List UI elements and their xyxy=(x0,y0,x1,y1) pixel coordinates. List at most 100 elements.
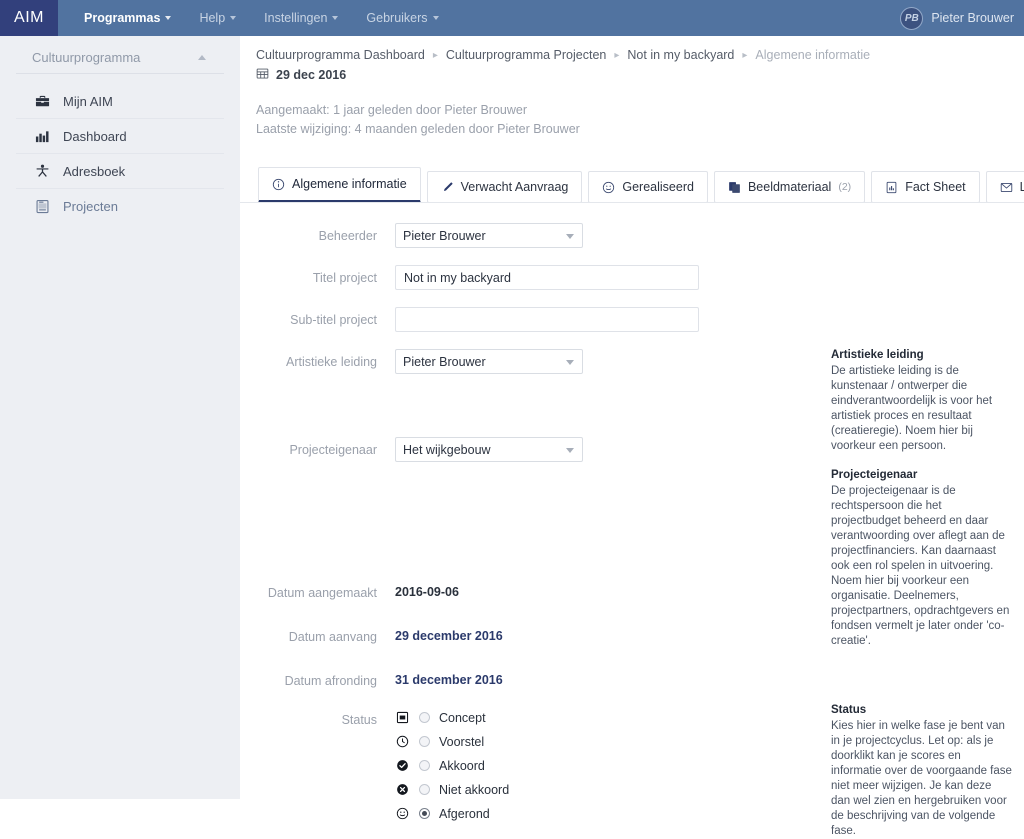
titel-project-input[interactable]: Not in my backyard xyxy=(395,265,699,290)
sidebar-program-label: Cultuurprogramma xyxy=(32,50,141,65)
projecteigenaar-select[interactable]: Het wijkgebouw xyxy=(395,437,583,462)
help-body: De projecteigenaar is de rechtspersoon d… xyxy=(831,485,1010,647)
artistieke-leiding-select[interactable]: Pieter Brouwer xyxy=(395,349,583,374)
help-title: Artistieke leiding xyxy=(831,349,924,361)
app-logo[interactable]: AIM xyxy=(0,0,58,36)
breadcrumb-item-project[interactable]: Not in my backyard xyxy=(627,48,734,62)
chevron-down-icon xyxy=(332,16,339,20)
tab-beeldmateriaal[interactable]: Beeldmateriaal (2) xyxy=(713,171,866,203)
tab-fact-sheet[interactable]: Fact Sheet xyxy=(871,171,980,203)
top-navbar: AIM Programmas Help Instellingen Gebruik… xyxy=(0,0,1024,36)
field-label: Datum aangemaakt xyxy=(267,586,377,600)
datum-afronding-value[interactable]: 31 december 2016 xyxy=(395,668,1024,687)
titel-project-value: Not in my backyard xyxy=(404,270,511,285)
tab-bar: Algemene informatie Verwacht Aanvraag Ge… xyxy=(240,161,1024,203)
tab-label: Fact Sheet xyxy=(905,180,966,194)
breadcrumb-item-current: Algemene informatie xyxy=(755,48,871,62)
tab-count-badge: (2) xyxy=(838,181,852,193)
chevron-up-icon xyxy=(198,55,206,60)
breadcrumb-item-dashboard[interactable]: Cultuurprogramma Dashboard xyxy=(256,48,425,62)
avatar: PB xyxy=(900,6,924,30)
app-logo-text: AIM xyxy=(14,9,44,26)
nav-item-label: Gebruikers xyxy=(366,11,428,25)
user-name-label: Pieter Brouwer xyxy=(931,11,1014,25)
modified-label: Laatste wijziging: 4 maanden geleden doo… xyxy=(256,122,580,136)
field-label: Titel project xyxy=(312,271,377,285)
person-icon xyxy=(34,163,50,179)
sidebar-nav-list: Mijn AIM Dashboard Adresboek Projecten xyxy=(0,84,240,223)
project-date-row: 29 dec 2016 xyxy=(240,62,1024,83)
chevron-down-icon xyxy=(165,16,172,20)
status-radio[interactable] xyxy=(419,760,430,771)
tab-label: Logboek xyxy=(1019,180,1024,194)
nav-item-gebruikers[interactable]: Gebruikers xyxy=(352,0,452,36)
nav-item-instellingen[interactable]: Instellingen xyxy=(250,0,352,36)
projecteigenaar-select-value: Het wijkgebouw xyxy=(403,442,491,457)
user-menu[interactable]: PB Pieter Brouwer xyxy=(900,0,1014,36)
field-subtitel-project: Sub-titel project xyxy=(240,307,1024,332)
help-body: Kies hier in welke fase je bent van in j… xyxy=(831,720,1012,837)
help-title: Status xyxy=(831,704,867,716)
nav-item-label: Help xyxy=(199,11,226,25)
sidebar-item-adresboek[interactable]: Adresboek xyxy=(16,154,224,189)
created-label: Aangemaakt: 1 jaar geleden door Pieter B… xyxy=(256,103,527,117)
sidebar: Cultuurprogramma Mijn AIM Dashboard Adre… xyxy=(0,36,240,799)
status-radio[interactable] xyxy=(419,712,430,723)
sidebar-item-label: Dashboard xyxy=(63,128,127,144)
breadcrumb-separator-icon: ▸ xyxy=(432,49,438,61)
status-radio[interactable] xyxy=(419,808,430,819)
calendar-icon xyxy=(256,67,269,83)
file-chart-icon xyxy=(885,181,898,194)
sidebar-item-projecten[interactable]: Projecten xyxy=(16,189,224,223)
status-radio[interactable] xyxy=(419,736,430,747)
breadcrumb-separator-icon: ▸ xyxy=(742,49,748,61)
field-beheerder: Beheerder Pieter Brouwer xyxy=(240,223,1024,248)
sidebar-program-selector[interactable]: Cultuurprogramma xyxy=(16,36,224,74)
tab-gerealiseerd[interactable]: Gerealiseerd xyxy=(588,171,708,203)
breadcrumb-separator-icon: ▸ xyxy=(614,49,620,61)
beheerder-select[interactable]: Pieter Brouwer xyxy=(395,223,583,248)
bar-chart-icon xyxy=(34,128,50,144)
nav-item-programmas[interactable]: Programmas xyxy=(70,0,185,36)
status-radio[interactable] xyxy=(419,784,430,795)
smiley-icon xyxy=(602,181,615,194)
sidebar-item-label: Adresboek xyxy=(63,163,126,179)
chevron-down-icon xyxy=(566,448,574,453)
clock-icon xyxy=(395,734,410,749)
project-meta: Aangemaakt: 1 jaar geleden door Pieter B… xyxy=(240,83,1024,139)
nav-item-help[interactable]: Help xyxy=(185,0,250,36)
sidebar-item-mijn-aim[interactable]: Mijn AIM xyxy=(16,84,224,119)
chevron-down-icon xyxy=(566,360,574,365)
tab-algemene-informatie[interactable]: Algemene informatie xyxy=(258,167,421,203)
tab-label: Verwacht Aanvraag xyxy=(460,180,569,194)
smiley-icon xyxy=(395,806,410,821)
tab-label: Beeldmateriaal xyxy=(747,180,832,194)
help-block-status: Status Kies hier in welke fase je bent v… xyxy=(831,703,1013,839)
help-panel: Artistieke leiding De artistieke leiding… xyxy=(831,348,1011,663)
field-label: Artistieke leiding xyxy=(285,355,377,369)
status-option-label: Voorstel xyxy=(439,734,485,749)
field-datum-afronding: Datum afronding 31 december 2016 xyxy=(240,668,1024,688)
status-option-label: Niet akkoord xyxy=(439,782,510,797)
info-circle-icon xyxy=(272,178,285,191)
tab-bar-underline xyxy=(240,202,1024,203)
breadcrumb: Cultuurprogramma Dashboard ▸ Cultuurprog… xyxy=(240,36,1024,62)
document-icon xyxy=(34,198,50,214)
sidebar-item-label: Mijn AIM xyxy=(63,93,113,109)
help-body: De artistieke leiding is de kunstenaar /… xyxy=(831,365,993,452)
sidebar-item-dashboard[interactable]: Dashboard xyxy=(16,119,224,154)
help-block-projecteigenaar: Projecteigenaar De projecteigenaar is de… xyxy=(831,468,1011,649)
tab-label: Algemene informatie xyxy=(292,177,407,191)
chevron-down-icon xyxy=(566,234,574,239)
field-label: Projecteigenaar xyxy=(289,443,377,457)
main-content: Cultuurprogramma Dashboard ▸ Cultuurprog… xyxy=(240,36,1024,837)
subtitel-project-input[interactable] xyxy=(395,307,699,332)
help-title: Projecteigenaar xyxy=(831,469,918,481)
briefcase-icon xyxy=(34,93,50,109)
tab-logboek[interactable]: Logboek xyxy=(985,171,1024,203)
breadcrumb-item-projecten[interactable]: Cultuurprogramma Projecten xyxy=(446,48,607,62)
field-label: Datum afronding xyxy=(284,674,377,688)
chevron-down-icon xyxy=(230,16,237,20)
tab-verwacht-aanvraag[interactable]: Verwacht Aanvraag xyxy=(426,171,583,203)
copy-icon xyxy=(728,181,741,194)
